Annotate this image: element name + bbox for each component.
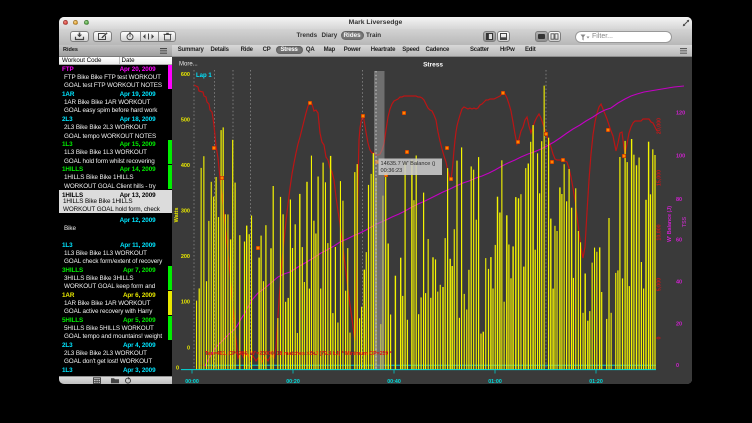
svg-text:5,000: 5,000 <box>657 277 663 290</box>
svg-text:60: 60 <box>676 237 682 243</box>
svg-text:More...: More... <box>179 61 198 67</box>
svg-text:400: 400 <box>181 163 190 169</box>
svg-text:00:00: 00:00 <box>185 379 199 384</box>
svg-text:600: 600 <box>181 71 190 77</box>
svg-text:W' Balance (J): W' Balance (J) <box>667 205 673 241</box>
svg-text:10,000: 10,000 <box>657 224 663 240</box>
svg-text:00:20: 00:20 <box>286 379 300 384</box>
svg-text:Tau=461, CP=286, W'=23000, 18: Tau=461, CP=286, W'=23000, 18 matches >2… <box>205 351 393 357</box>
svg-text:Watts: Watts <box>174 207 180 222</box>
svg-text:20,000: 20,000 <box>657 117 663 133</box>
svg-text:0: 0 <box>676 362 679 368</box>
svg-text:14635.7 W' Balance (j: 14635.7 W' Balance (j <box>381 161 436 167</box>
svg-text:500: 500 <box>181 117 190 123</box>
svg-text:100: 100 <box>181 299 190 305</box>
svg-text:80: 80 <box>676 196 682 202</box>
svg-text:100: 100 <box>676 153 685 159</box>
svg-text:00:40: 00:40 <box>387 379 401 384</box>
svg-text:300: 300 <box>181 208 190 214</box>
svg-text:TSS: TSS <box>682 216 688 227</box>
svg-text:40: 40 <box>676 279 682 285</box>
svg-text:0: 0 <box>176 365 179 371</box>
svg-text:0: 0 <box>187 345 190 351</box>
svg-text:15,000: 15,000 <box>657 169 663 185</box>
svg-text:01:20: 01:20 <box>589 379 603 384</box>
svg-text:120: 120 <box>676 110 685 116</box>
svg-text:0: 0 <box>657 336 663 339</box>
svg-text:20: 20 <box>676 321 682 327</box>
svg-text:00:36:23: 00:36:23 <box>381 168 403 174</box>
svg-text:Stress: Stress <box>423 61 443 68</box>
svg-text:200: 200 <box>181 254 190 260</box>
svg-text:01:00: 01:00 <box>488 379 502 384</box>
svg-text:Lap 1: Lap 1 <box>196 73 212 79</box>
